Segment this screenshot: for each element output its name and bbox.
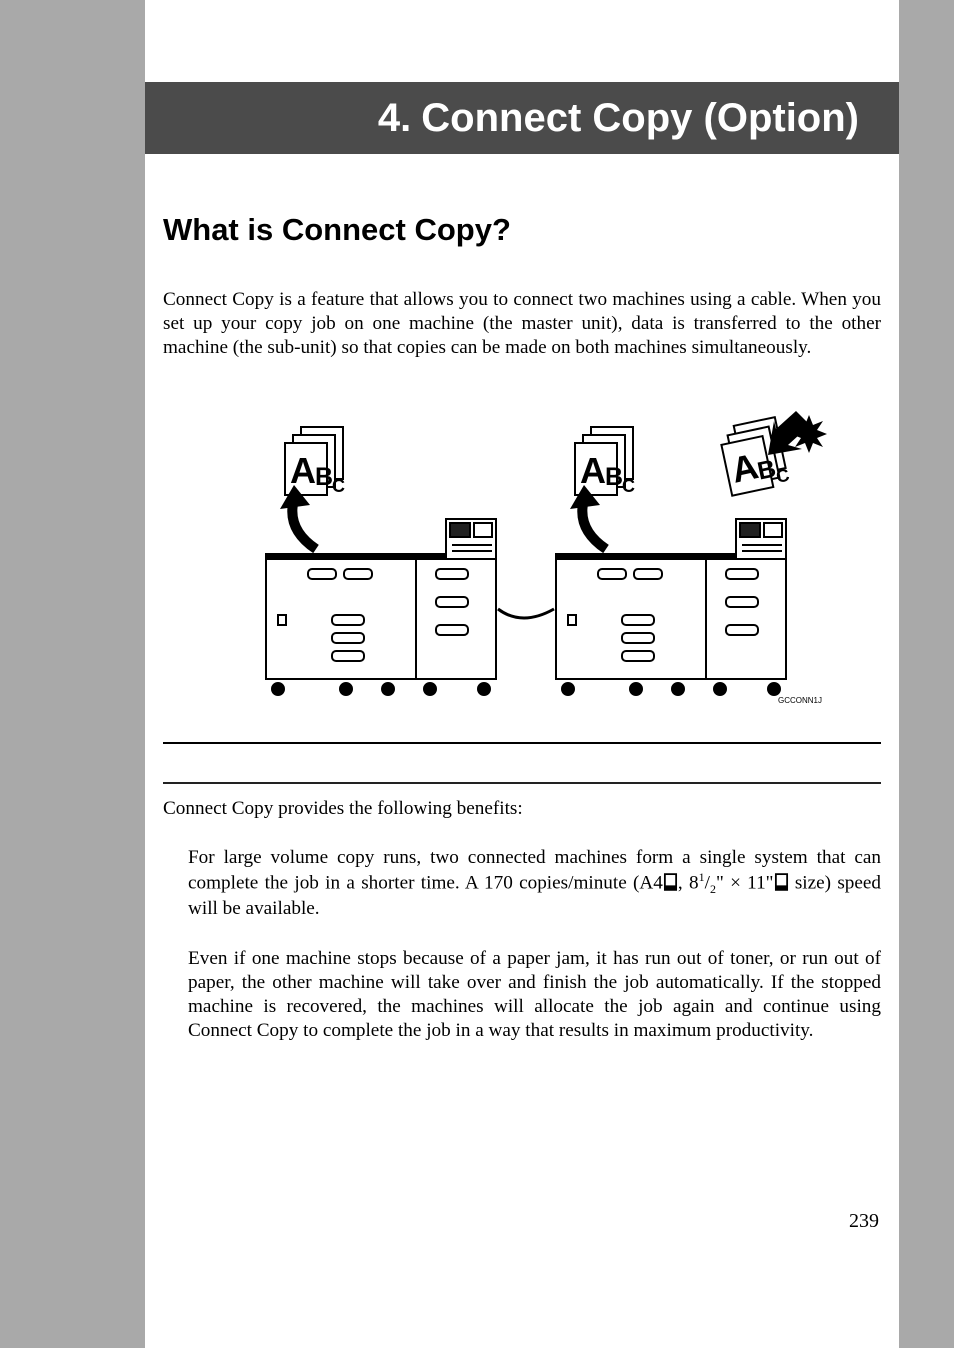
svg-text:C: C xyxy=(622,476,635,496)
svg-text:C: C xyxy=(332,476,345,496)
orientation-icon-portrait-2 xyxy=(774,872,789,893)
svg-text:B: B xyxy=(315,463,333,491)
svg-text:C: C xyxy=(774,465,791,487)
svg-text:A: A xyxy=(580,450,606,491)
orientation-icon-portrait xyxy=(663,872,678,893)
connect-copy-figure: A B C A B C A B C xyxy=(216,390,828,718)
svg-text:B: B xyxy=(605,463,623,491)
benefit-1-comma: , 8 xyxy=(678,872,699,893)
chapter-number: 4. xyxy=(378,96,411,141)
benefit-1: For large volume copy runs, two connecte… xyxy=(188,846,881,921)
page-number: 239 xyxy=(0,1210,879,1233)
benefit-2: Even if one machine stops because of a p… xyxy=(188,947,881,1043)
svg-text:A: A xyxy=(290,450,316,491)
figure-code: GCCONN1J xyxy=(778,696,822,705)
copier-diagram-svg: A B C A B C A B C xyxy=(216,399,828,709)
chapter-title: Connect Copy (Option) xyxy=(421,96,859,141)
chapter-title-band: 4. Connect Copy (Option) xyxy=(145,82,899,154)
intro-paragraph: Connect Copy is a feature that allows yo… xyxy=(163,288,881,360)
right-margin-band xyxy=(899,0,954,1348)
divider-top xyxy=(163,742,881,744)
divider-bottom xyxy=(163,782,881,784)
page-content: What is Connect Copy? Connect Copy is a … xyxy=(145,154,899,1069)
benefit-1-times: " × 11" xyxy=(716,872,774,893)
benefits-lead: Connect Copy provides the following bene… xyxy=(163,798,881,820)
left-margin-band xyxy=(0,0,145,1348)
section-title: What is Connect Copy? xyxy=(163,212,881,248)
